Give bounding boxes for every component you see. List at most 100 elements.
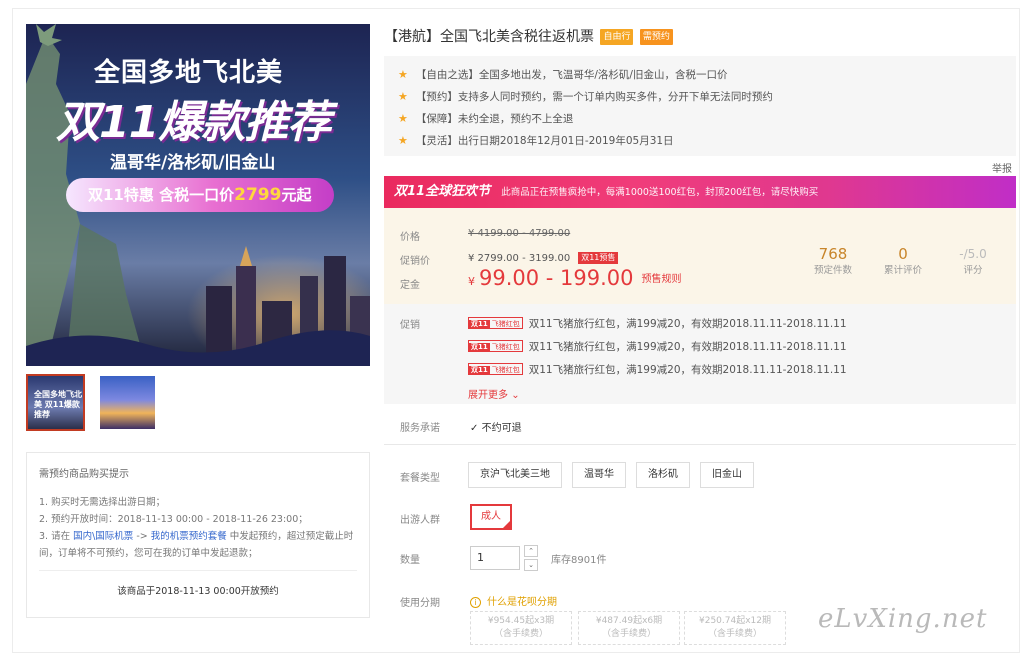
installment-12-fee: （含手续费） — [707, 629, 762, 639]
deposit-label: 定金 — [400, 280, 420, 291]
expand-more-text: 展开更多 — [468, 390, 508, 401]
thumbnail-1-label: 全国多地飞北美 双11爆款推荐 — [34, 390, 82, 419]
double11-presale-tag: 双11预售 — [578, 252, 619, 264]
installment-3-fee: （含手续费） — [493, 629, 548, 639]
rating-label: 评分 — [963, 265, 983, 276]
huabei-help-text: 什么是花呗分期 — [487, 597, 557, 608]
hero-badge-suffix: 元起 — [281, 186, 312, 204]
star-icon: ★ — [398, 134, 408, 147]
bottom-wave-decoration — [26, 330, 370, 366]
review-count-value: 0 — [898, 245, 908, 263]
price-label: 价格 — [400, 232, 420, 243]
red-packet-tag-text: 飞猪红包 — [491, 320, 520, 328]
thumbnail-2-image — [100, 376, 155, 429]
hero-line-2: 双11爆款推荐 — [56, 97, 331, 148]
my-flight-packages-link[interactable]: 我的机票预约套餐 — [151, 531, 227, 542]
package-option-vancouver[interactable]: 温哥华 — [572, 462, 626, 488]
installment-option-6[interactable]: ¥487.49起x6期 （含手续费） — [578, 611, 680, 645]
promotion-text: 双11飞猪旅行红包，满199减20，有效期2018.11.11-2018.11.… — [528, 318, 847, 330]
installment-6-amount: ¥487.49起x6期 — [595, 616, 663, 626]
installment-label: 使用分期 — [400, 598, 440, 609]
promotion-text: 双11飞猪旅行红包，满199减20，有效期2018.11.11-2018.11.… — [528, 364, 847, 376]
installment-3-amount: ¥954.45起x3期 — [487, 616, 555, 626]
rating-value: -/5.0 — [959, 247, 987, 261]
huabei-help-link[interactable]: i 什么是花呗分期 — [470, 593, 557, 608]
promotion-item: 双11 飞猪红包 双11飞猪旅行红包，满199减20，有效期2018.11.11-2… — [468, 316, 847, 331]
chevron-down-icon: ⌄ — [511, 390, 520, 401]
promotions-box: 促销 双11 飞猪红包 双11飞猪旅行红包，满199减20，有效期2018.11.1… — [384, 304, 1016, 404]
red-packet-tag-text: 飞猪红包 — [491, 366, 520, 374]
tips-item-3-a: 3. 请在 — [39, 531, 74, 542]
feature-item: ★ 【灵活】出行日期2018年12月01日-2019年05月31日 — [398, 130, 1016, 152]
quantity-decrease-button[interactable]: ⌄ — [524, 559, 538, 571]
package-option-los-angeles[interactable]: 洛杉矶 — [636, 462, 690, 488]
traveler-option-adult[interactable]: 成人 — [470, 504, 512, 530]
promotion-text: 双11飞猪旅行红包，满199减20，有效期2018.11.11-2018.11.… — [528, 341, 847, 353]
quantity-increase-button[interactable]: ⌃ — [524, 545, 538, 557]
promotions-label: 促销 — [400, 320, 420, 331]
review-count-label: 累计评价 — [883, 265, 922, 276]
red-packet-tag: 双11 飞猪红包 — [468, 340, 523, 352]
feature-item: ★ 【保障】未约全退，预约不上全退 — [398, 108, 1016, 130]
star-icon: ★ — [398, 90, 408, 103]
booked-count: 768 预定件数 — [798, 244, 868, 278]
service-value-text: 不约可退 — [481, 423, 522, 434]
tips-item-2: 2. 预约开放时间：2018-11-13 00:00 - 2018-11-26 … — [39, 514, 308, 525]
package-option-three-cities[interactable]: 京沪飞北美三地 — [468, 462, 562, 488]
tips-item-1: 1. 购买时无需选择出游日期； — [39, 497, 166, 508]
promo-price: ¥ 2799.00 - 3199.00 双11预售 — [468, 252, 619, 264]
original-price: ¥ 4199.00 - 4799.00 — [468, 228, 571, 239]
deposit: ¥99.00 - 199.00 预售规则 — [468, 266, 682, 290]
quantity-input[interactable]: 1 — [470, 546, 520, 570]
hero-line-3: 温哥华/洛杉矶/旧金山 — [110, 153, 276, 173]
banner-title: 双11全球狂欢节 — [394, 184, 491, 199]
thumbnail-1[interactable]: 全国多地飞北美 双11爆款推荐 — [26, 374, 85, 431]
report-link[interactable]: 举报 — [992, 160, 1012, 175]
feature-list: ★ 【自由之选】全国多地出发，飞温哥华/洛杉矶/旧金山，含税一口价 ★ 【预约】支持… — [384, 56, 1016, 156]
check-circle-icon: ✓ — [470, 423, 479, 434]
review-count[interactable]: 0 累计评价 — [868, 244, 938, 278]
quantity-label: 数量 — [400, 555, 420, 566]
red-packet-tag-bold: 双11 — [469, 366, 490, 374]
feature-item: ★ 【自由之选】全国多地出发，飞温哥华/洛杉矶/旧金山，含税一口价 — [398, 64, 1016, 86]
price-box: 价格 ¥ 4199.00 - 4799.00 促销价 ¥ 2799.00 - 3… — [384, 208, 1016, 304]
rating: -/5.0 评分 — [938, 244, 1008, 278]
stats-panel: 768 预定件数 0 累计评价 -/5.0 评分 — [798, 244, 1008, 278]
site-watermark: eLvXing.net — [818, 604, 988, 634]
installment-12-amount: ¥250.74起x12期 — [699, 616, 771, 626]
stock-count: 库存8901件 — [551, 555, 607, 566]
installment-option-3[interactable]: ¥954.45起x3期 （含手续费） — [470, 611, 572, 645]
domestic-intl-flights-link[interactable]: 国内\国际机票 — [73, 531, 133, 542]
thumbnail-2[interactable] — [98, 374, 157, 431]
open-time-notice: 该商品于2018-11-13 00:00开放预约 — [39, 570, 357, 597]
service-label: 服务承诺 — [400, 423, 440, 434]
red-packet-tag-bold: 双11 — [469, 320, 490, 328]
red-packet-tag: 双11 飞猪红包 — [468, 363, 523, 375]
traveler-type-label: 出游人群 — [400, 515, 440, 526]
feature-text: 【自由之选】全国多地出发，飞温哥华/洛杉矶/旧金山，含税一口价 — [415, 69, 728, 81]
thumbnail-strip: 全国多地飞北美 双11爆款推荐 — [26, 374, 157, 431]
red-packet-tag: 双11 飞猪红包 — [468, 317, 523, 329]
star-icon: ★ — [398, 68, 408, 81]
promo-price-value: ¥ 2799.00 - 3199.00 — [468, 253, 571, 264]
installment-option-12[interactable]: ¥250.74起x12期 （含手续费） — [684, 611, 786, 645]
promotion-item: 双11 飞猪红包 双11飞猪旅行红包，满199减20，有效期2018.11.11-2… — [468, 339, 847, 354]
divider — [384, 444, 1016, 445]
package-type-label: 套餐类型 — [400, 473, 440, 484]
product-main-image[interactable]: 全国多地飞北美 双11爆款推荐 温哥华/洛杉矶/旧金山 双11特惠 含税一口价2… — [26, 24, 370, 366]
tips-title: 需预约商品购买提示 — [39, 469, 129, 480]
hero-line-1: 全国多地飞北美 — [94, 58, 284, 88]
package-options: 京沪飞北美三地 温哥华 洛杉矶 旧金山 — [468, 462, 754, 488]
product-title: 【港航】全国飞北美含税往返机票 自由行 需预约 — [384, 26, 673, 46]
booked-count-label: 预定件数 — [813, 265, 852, 276]
promo-price-label: 促销价 — [400, 256, 430, 267]
tips-item-3-b: -> — [133, 531, 151, 542]
deposit-currency: ¥ — [468, 275, 475, 288]
package-option-san-francisco[interactable]: 旧金山 — [700, 462, 754, 488]
promotion-item: 双11 飞猪红包 双11飞猪旅行红包，满199减20，有效期2018.11.11-2… — [468, 362, 847, 377]
free-travel-tag: 自由行 — [600, 29, 634, 45]
expand-more-link[interactable]: 展开更多 ⌄ — [468, 386, 520, 401]
presale-rules-link[interactable]: 预售规则 — [642, 274, 682, 285]
installment-6-fee: （含手续费） — [601, 629, 656, 639]
product-title-text: 【港航】全国飞北美含税往返机票 — [384, 29, 594, 45]
